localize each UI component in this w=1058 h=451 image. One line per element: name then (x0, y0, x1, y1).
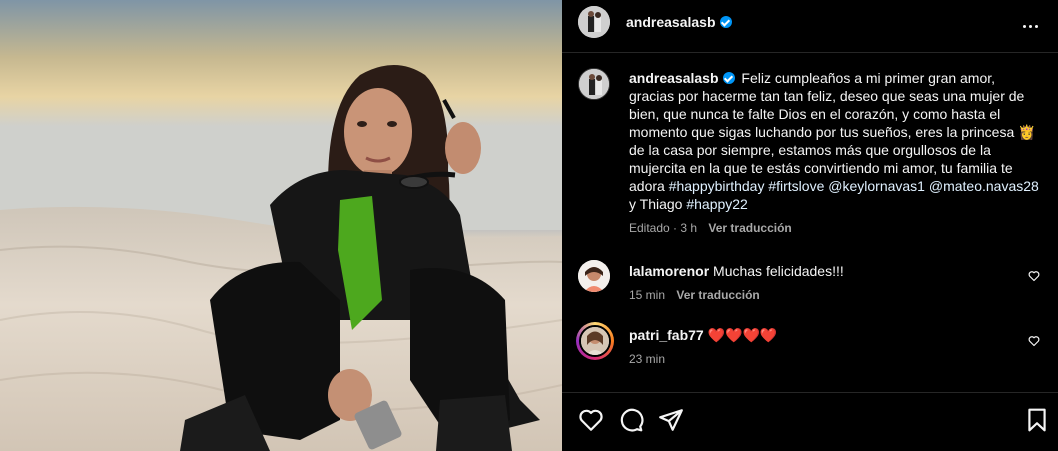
comment-text: lalamorenor Muchas felicidades!!! 15 min… (629, 262, 1009, 304)
hashtag-link[interactable]: #happy22 (686, 196, 748, 212)
more-options-icon[interactable] (1018, 14, 1042, 38)
paper-plane-icon[interactable] (658, 407, 684, 433)
comment-time: 15 min (629, 288, 666, 302)
mention-link[interactable]: @mateo.navas28 (929, 178, 1039, 194)
caption-text: andreasalasb Feliz cumpleaños a mi prime… (629, 69, 1039, 237)
verified-badge-icon (719, 16, 732, 28)
commenter-avatar[interactable] (578, 260, 610, 292)
edited-time: Editado · 3 h (629, 221, 698, 235)
caption-meta: Editado · 3 h Ver traducción (629, 219, 1039, 237)
story-ring[interactable] (576, 322, 614, 360)
commenter-avatar[interactable] (579, 325, 611, 357)
post-panel: andreasalasb andreasalasb Feliz cumpleañ… (562, 0, 1058, 451)
commenter-username[interactable]: lalamorenor (629, 263, 709, 279)
author-avatar[interactable] (578, 6, 610, 38)
comment-body: ❤️❤️❤️❤️ (707, 327, 778, 343)
caption-body: Feliz cumpleaños a mi primer gran amor, … (629, 70, 1036, 194)
mention-link[interactable]: @keylornavas1 (828, 178, 925, 194)
comment-text: patri_fab77 ❤️❤️❤️❤️ 23 min (629, 326, 1009, 368)
post-photo[interactable] (0, 0, 562, 451)
caption-avatar[interactable] (578, 68, 610, 100)
heart-icon[interactable] (578, 407, 604, 433)
commenter-username[interactable]: patri_fab77 (629, 327, 704, 343)
see-translation-link[interactable]: Ver traducción (708, 221, 791, 235)
hashtag-link[interactable]: #firtslove (768, 178, 824, 194)
verified-badge-icon (722, 72, 735, 84)
comment-meta: 23 min (629, 350, 1009, 368)
heart-icon[interactable] (1028, 270, 1040, 282)
comment-meta: 15 min Ver traducción (629, 286, 1009, 304)
see-translation-link[interactable]: Ver traducción (676, 288, 759, 302)
caption-username[interactable]: andreasalasb (629, 70, 735, 86)
caption-username-text[interactable]: andreasalasb (629, 70, 719, 86)
comment-time: 23 min (629, 352, 666, 366)
comment-icon[interactable] (618, 407, 644, 433)
hashtag-link[interactable]: #happybirthday (669, 178, 765, 194)
author-username-text[interactable]: andreasalasb (626, 14, 716, 30)
heart-icon[interactable] (1028, 335, 1040, 347)
post-actions (562, 392, 1058, 451)
caption-body-end: y Thiago (629, 196, 683, 212)
post-header: andreasalasb (562, 0, 1058, 53)
photo-illustration (0, 0, 562, 451)
author-username[interactable]: andreasalasb (626, 14, 732, 30)
comment-body: Muchas felicidades!!! (713, 263, 844, 279)
bookmark-icon[interactable] (1024, 407, 1050, 433)
